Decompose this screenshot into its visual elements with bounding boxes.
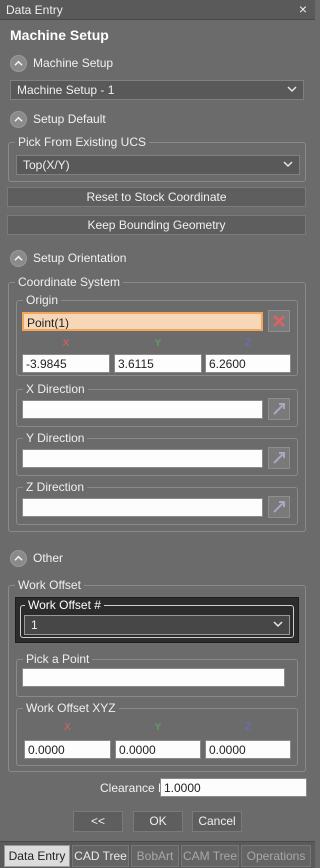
panel-title: Machine Setup: [10, 27, 109, 43]
ok-button[interactable]: OK: [133, 811, 183, 832]
clearance-plane-input[interactable]: 1.0000: [160, 778, 307, 797]
work-offset-xyz-label: Work Offset XYZ: [23, 701, 119, 715]
chevron-down-icon: [273, 621, 283, 628]
offset-y-input[interactable]: 0.0000: [115, 740, 201, 759]
origin-x-axis-label: X: [62, 338, 70, 349]
x-direction-label: X Direction: [23, 382, 88, 396]
tab-data-entry[interactable]: Data Entry: [4, 845, 70, 867]
chevron-up-icon[interactable]: [10, 549, 27, 567]
section-setup-orientation[interactable]: Setup Orientation: [10, 248, 126, 268]
title-bar: Data Entry ×: [0, 0, 315, 20]
tab-bobart[interactable]: BobArt: [131, 845, 179, 867]
pick-y-direction-button[interactable]: [268, 447, 290, 469]
cancel-button[interactable]: Cancel: [192, 811, 242, 832]
pick-arrow-icon: [273, 403, 285, 415]
origin-y-axis-label: Y: [154, 338, 162, 349]
x-direction-input[interactable]: [22, 400, 263, 419]
pick-ucs-label: Pick From Existing UCS: [15, 135, 150, 149]
reset-stock-button[interactable]: Reset to Stock Coordinate: [7, 187, 306, 207]
section-other[interactable]: Other: [10, 548, 63, 568]
tab-cam-tree[interactable]: CAM Tree: [181, 845, 239, 867]
section-label: Other: [33, 551, 64, 565]
chevron-up-icon[interactable]: [10, 249, 27, 267]
chevron-up-icon[interactable]: [10, 54, 27, 72]
ucs-dropdown[interactable]: Top(X/Y): [16, 155, 300, 175]
section-label: Machine Setup: [33, 56, 114, 70]
pick-point-input[interactable]: [22, 668, 285, 687]
section-label: Setup Default: [33, 112, 106, 126]
offset-x-axis-label: X: [64, 722, 71, 733]
close-icon[interactable]: ×: [299, 1, 307, 17]
tab-operations[interactable]: Operations: [241, 845, 311, 867]
tab-cad-tree[interactable]: CAD Tree: [72, 845, 129, 867]
section-setup-default[interactable]: Setup Default: [10, 109, 106, 129]
origin-z-input[interactable]: 6.2600: [205, 354, 291, 373]
machine-setup-value: Machine Setup - 1: [17, 83, 115, 97]
offset-z-axis-label: Z: [244, 722, 252, 733]
y-direction-input[interactable]: [22, 449, 263, 468]
section-label: Setup Orientation: [33, 251, 127, 265]
offset-y-axis-label: Y: [154, 722, 162, 733]
origin-label: Origin: [23, 293, 62, 307]
close-icon: [273, 315, 285, 327]
clear-origin-button[interactable]: [268, 310, 290, 332]
work-offset-number-value: 1: [31, 618, 38, 632]
origin-z-axis-label: Z: [244, 338, 252, 349]
pick-x-direction-button[interactable]: [268, 398, 290, 420]
pick-arrow-icon: [273, 501, 285, 513]
back-button[interactable]: <<: [73, 811, 123, 832]
offset-z-input[interactable]: 0.0000: [205, 740, 291, 759]
coordinate-system-label: Coordinate System: [15, 275, 124, 289]
origin-point-input[interactable]: Point(1): [22, 312, 263, 331]
machine-setup-dropdown[interactable]: Machine Setup - 1: [10, 80, 304, 100]
z-direction-input[interactable]: [22, 498, 263, 517]
offset-x-input[interactable]: 0.0000: [24, 740, 111, 759]
bottom-tab-bar: Data Entry CAD Tree BobArt CAM Tree Oper…: [0, 841, 315, 868]
pick-point-label: Pick a Point: [23, 652, 93, 666]
window-title: Data Entry: [6, 3, 63, 17]
keep-bounding-button[interactable]: Keep Bounding Geometry: [7, 215, 306, 235]
work-offset-label: Work Offset: [15, 578, 84, 592]
chevron-down-icon: [283, 161, 293, 168]
work-offset-number-dropdown[interactable]: 1: [24, 615, 290, 635]
chevron-up-icon[interactable]: [10, 110, 27, 128]
work-offset-number-label: Work Offset #: [25, 598, 104, 612]
section-machine-setup[interactable]: Machine Setup: [10, 53, 113, 73]
origin-y-input[interactable]: 3.6115: [114, 354, 202, 373]
chevron-down-icon: [287, 86, 297, 93]
z-direction-label: Z Direction: [23, 480, 88, 494]
pick-z-direction-button[interactable]: [268, 496, 290, 518]
y-direction-label: Y Direction: [23, 431, 88, 445]
ucs-value: Top(X/Y): [23, 158, 70, 172]
pick-arrow-icon: [273, 452, 285, 464]
origin-x-input[interactable]: -3.9845: [22, 354, 110, 373]
